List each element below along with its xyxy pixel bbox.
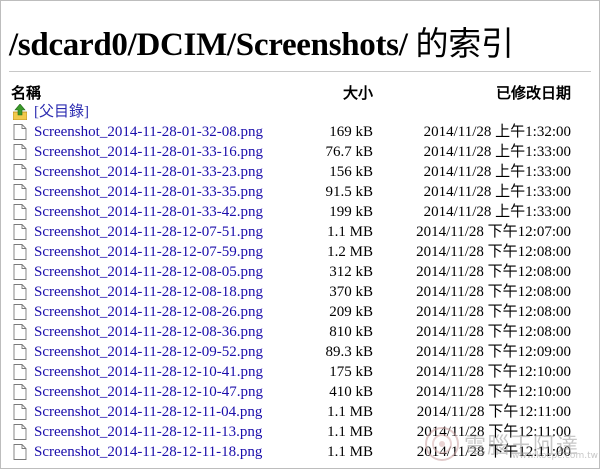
file-link[interactable]: Screenshot_2014-11-28-01-32-08.png: [34, 122, 263, 142]
file-link[interactable]: Screenshot_2014-11-28-12-11-04.png: [34, 402, 262, 422]
blank-file-icon: [13, 204, 27, 220]
blank-file-icon: [13, 224, 27, 240]
file-date-modified: 2014/11/28 下午12:08:00: [416, 324, 571, 340]
file-size: 312 kB: [329, 264, 373, 280]
file-size: 1.2 MB: [327, 244, 373, 260]
file-row[interactable]: Screenshot_2014-11-28-12-08-05.png 312 kB…: [11, 262, 571, 282]
blank-file-icon: [13, 264, 27, 280]
file-date-modified: 2014/11/28 下午12:08:00: [416, 284, 571, 300]
file-row[interactable]: Screenshot_2014-11-28-01-33-42.png 199 kB…: [11, 202, 571, 222]
file-size: 1.1 MB: [327, 444, 373, 460]
watermark-logo-icon: [425, 427, 459, 461]
file-link[interactable]: Screenshot_2014-11-28-12-07-59.png: [34, 242, 263, 262]
file-date-modified: 2014/11/28 上午1:33:00: [423, 204, 571, 220]
blank-file-icon: [13, 304, 27, 320]
file-size: 1.1 MB: [327, 224, 373, 240]
file-link[interactable]: Screenshot_2014-11-28-12-11-18.png: [34, 442, 262, 462]
parent-directory-link[interactable]: [父目錄]: [34, 102, 89, 122]
title-divider: [9, 71, 591, 72]
file-row[interactable]: Screenshot_2014-11-28-12-11-04.png 1.1 MB…: [11, 402, 571, 422]
file-link[interactable]: Screenshot_2014-11-28-01-33-35.png: [34, 182, 263, 202]
file-date-modified: 2014/11/28 下午12:08:00: [416, 304, 571, 320]
file-row[interactable]: Screenshot_2014-11-28-12-08-36.png 810 kB…: [11, 322, 571, 342]
file-size: 91.5 kB: [325, 184, 373, 200]
file-row[interactable]: Screenshot_2014-11-28-01-32-08.png 169 kB…: [11, 122, 571, 142]
blank-file-icon: [13, 164, 27, 180]
header-size[interactable]: 大小: [343, 82, 373, 103]
file-row[interactable]: Screenshot_2014-11-28-12-07-59.png 1.2 MB…: [11, 242, 571, 262]
file-size: 89.3 kB: [325, 344, 373, 360]
file-row[interactable]: Screenshot_2014-11-28-01-33-23.png 156 kB…: [11, 162, 571, 182]
file-link[interactable]: Screenshot_2014-11-28-01-33-16.png: [34, 142, 263, 162]
file-row[interactable]: Screenshot_2014-11-28-12-08-26.png 209 kB…: [11, 302, 571, 322]
file-size: 1.1 MB: [327, 424, 373, 440]
file-link[interactable]: Screenshot_2014-11-28-12-08-05.png: [34, 262, 263, 282]
file-row[interactable]: Screenshot_2014-11-28-12-09-52.png 89.3 k…: [11, 342, 571, 362]
file-date-modified: 2014/11/28 上午1:33:00: [423, 144, 571, 160]
blank-file-icon: [13, 124, 27, 140]
up-arrow-folder-icon: [13, 104, 27, 120]
file-size: 76.7 kB: [325, 144, 373, 160]
blank-file-icon: [13, 444, 27, 460]
file-date-modified: 2014/11/28 上午1:33:00: [423, 184, 571, 200]
file-date-modified: 2014/11/28 下午12:10:00: [416, 384, 571, 400]
header-name[interactable]: 名稱: [11, 82, 41, 103]
file-link[interactable]: Screenshot_2014-11-28-12-08-18.png: [34, 282, 263, 302]
file-listing: [父目錄] Screenshot_2014-11-28-01-32-08.png…: [11, 102, 571, 462]
file-link[interactable]: Screenshot_2014-11-28-12-11-13.png: [34, 422, 262, 442]
blank-file-icon: [13, 364, 27, 380]
file-date-modified: 2014/11/28 下午12:07:00: [416, 224, 571, 240]
blank-file-icon: [13, 384, 27, 400]
file-size: 1.1 MB: [327, 404, 373, 420]
page-title-path: /sdcard0/DCIM/Screenshots/: [9, 27, 408, 63]
file-date-modified: 2014/11/28 上午1:33:00: [423, 164, 571, 180]
file-date-modified: 2014/11/28 下午12:11:00: [416, 404, 571, 420]
file-link[interactable]: Screenshot_2014-11-28-12-08-36.png: [34, 322, 263, 342]
blank-file-icon: [13, 344, 27, 360]
file-date-modified: 2014/11/28 上午1:32:00: [423, 124, 571, 140]
blank-file-icon: [13, 324, 27, 340]
file-size: 810 kB: [329, 324, 373, 340]
file-row[interactable]: Screenshot_2014-11-28-12-10-41.png 175 kB…: [11, 362, 571, 382]
file-size: 209 kB: [329, 304, 373, 320]
file-size: 169 kB: [329, 124, 373, 140]
file-row[interactable]: Screenshot_2014-11-28-12-07-51.png 1.1 MB…: [11, 222, 571, 242]
file-date-modified: 2014/11/28 下午12:08:00: [416, 244, 571, 260]
watermark-url: www.kocpc.com.tw: [512, 451, 598, 461]
file-row[interactable]: Screenshot_2014-11-28-01-33-35.png 91.5 k…: [11, 182, 571, 202]
file-link[interactable]: Screenshot_2014-11-28-01-33-42.png: [34, 202, 263, 222]
file-row[interactable]: Screenshot_2014-11-28-01-33-16.png 76.7 k…: [11, 142, 571, 162]
blank-file-icon: [13, 244, 27, 260]
file-link[interactable]: Screenshot_2014-11-28-12-07-51.png: [34, 222, 263, 242]
file-row[interactable]: Screenshot_2014-11-28-12-08-18.png 370 kB…: [11, 282, 571, 302]
blank-file-icon: [13, 284, 27, 300]
file-date-modified: 2014/11/28 下午12:10:00: [416, 364, 571, 380]
listing-header: 名稱 大小 已修改日期: [11, 82, 571, 102]
parent-directory-row[interactable]: [父目錄]: [11, 102, 571, 122]
file-link[interactable]: Screenshot_2014-11-28-12-10-47.png: [34, 382, 263, 402]
blank-file-icon: [13, 184, 27, 200]
header-date-modified[interactable]: 已修改日期: [496, 82, 571, 103]
file-link[interactable]: Screenshot_2014-11-28-12-10-41.png: [34, 362, 263, 382]
file-size: 156 kB: [329, 164, 373, 180]
blank-file-icon: [13, 404, 27, 420]
file-size: 410 kB: [329, 384, 373, 400]
browser-page: /sdcard0/DCIM/Screenshots/ 的索引 名稱 大小 已修改…: [0, 0, 600, 469]
file-link[interactable]: Screenshot_2014-11-28-12-09-52.png: [34, 342, 263, 362]
blank-file-icon: [13, 424, 27, 440]
file-date-modified: 2014/11/28 下午12:09:00: [416, 344, 571, 360]
file-link[interactable]: Screenshot_2014-11-28-12-08-26.png: [34, 302, 263, 322]
page-title: /sdcard0/DCIM/Screenshots/ 的索引: [9, 17, 514, 65]
file-link[interactable]: Screenshot_2014-11-28-01-33-23.png: [34, 162, 263, 182]
file-size: 370 kB: [329, 284, 373, 300]
file-row[interactable]: Screenshot_2014-11-28-12-10-47.png 410 kB…: [11, 382, 571, 402]
watermark: 電腦王阿達 www.kocpc.com.tw: [424, 424, 598, 464]
file-size: 175 kB: [329, 364, 373, 380]
file-date-modified: 2014/11/28 下午12:08:00: [416, 264, 571, 280]
page-title-suffix: 的索引: [407, 27, 514, 63]
file-size: 199 kB: [329, 204, 373, 220]
blank-file-icon: [13, 144, 27, 160]
